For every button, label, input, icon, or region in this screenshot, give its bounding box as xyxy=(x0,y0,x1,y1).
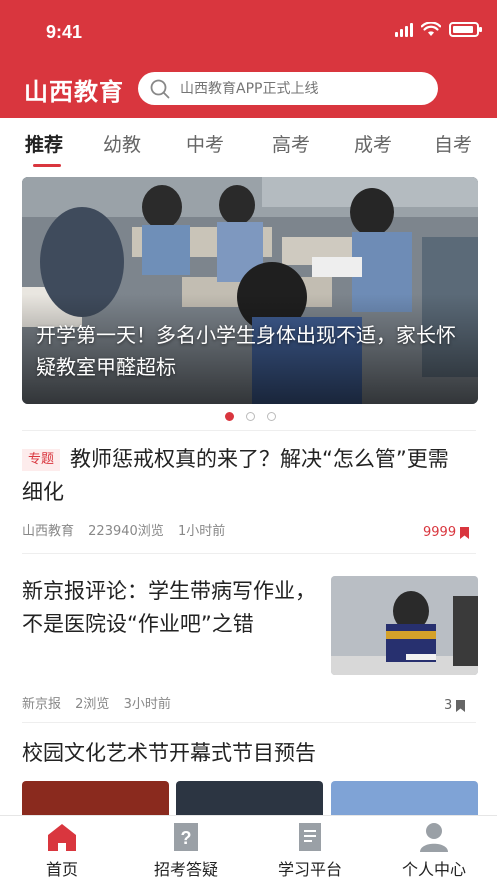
topic-badge: 专题 xyxy=(22,449,61,471)
bookmark-count[interactable]: 9999 xyxy=(423,525,470,540)
news-thumbnail[interactable] xyxy=(22,781,169,816)
carousel-dot[interactable] xyxy=(267,412,276,421)
status-icons xyxy=(395,22,482,37)
tab-zhongkao[interactable]: 中考 xyxy=(186,130,224,157)
tab-recommend[interactable]: 推荐 xyxy=(25,130,63,157)
tab-adult-exam[interactable]: 成考 xyxy=(354,130,392,157)
document-icon xyxy=(299,823,321,851)
tab-preschool[interactable]: 幼教 xyxy=(103,130,141,157)
news-source: 新京报 xyxy=(22,697,62,712)
news-meta: 山西教育 223940浏览 1小时前 xyxy=(22,520,235,539)
carousel-dot[interactable] xyxy=(225,412,234,421)
bookmark-icon xyxy=(456,699,466,712)
tab-self-study-exam[interactable]: 自考 xyxy=(434,130,472,157)
news-thumbnail[interactable] xyxy=(331,781,478,816)
nav-label: 首页 xyxy=(45,860,78,879)
search-input[interactable] xyxy=(180,80,420,97)
banner-carousel[interactable]: 开学第一天！多名小学生身体出现不适，家长怀疑教室甲醛超标 xyxy=(22,177,478,404)
nav-label: 学习平台 xyxy=(277,860,342,879)
nav-learning-platform[interactable]: 学习平台 xyxy=(248,816,372,883)
news-title[interactable]: 新京报评论：学生带病写作业，不是医院设“作业吧”之错 xyxy=(22,575,322,641)
news-thumbnail-photo xyxy=(331,576,478,675)
tab-gaokao[interactable]: 高考 xyxy=(272,130,310,157)
divider xyxy=(22,430,476,431)
status-time: 9:41 xyxy=(46,22,83,42)
bookmark-count-value: 9999 xyxy=(423,525,457,540)
carousel-dot[interactable] xyxy=(246,412,255,421)
news-source: 山西教育 xyxy=(22,524,75,539)
news-thumbnail[interactable] xyxy=(331,576,478,675)
home-icon xyxy=(48,824,76,851)
news-views: 223940浏览 xyxy=(88,524,164,539)
bookmark-count-value: 3 xyxy=(444,698,453,713)
news-meta: 新京报 2浏览 3小时前 xyxy=(22,693,181,712)
bottom-nav: 首页 ? 招考答疑 学习平台 个人中心 xyxy=(0,815,497,883)
user-icon xyxy=(420,823,448,852)
top-bar: 9:41 山西教育 xyxy=(0,0,497,118)
svg-text:?: ? xyxy=(181,828,192,848)
bookmark-count[interactable]: 3 xyxy=(444,698,466,713)
bookmark-icon xyxy=(460,526,470,539)
banner-caption: 开学第一天！多名小学生身体出现不适，家长怀疑教室甲醛超标 xyxy=(36,323,456,379)
news-title-text: 教师惩戒权真的来了？解决“怎么管”更需细化 xyxy=(22,447,449,504)
cellular-signal-icon xyxy=(395,22,413,37)
divider xyxy=(22,553,476,554)
news-views: 2浏览 xyxy=(75,697,110,712)
news-title[interactable]: 校园文化艺术节开幕式节目预告 xyxy=(22,737,316,767)
news-time: 1小时前 xyxy=(177,524,226,539)
question-icon: ? xyxy=(174,823,198,851)
active-tab-indicator xyxy=(33,164,61,167)
news-thumbnail[interactable] xyxy=(176,781,323,816)
news-title[interactable]: 专题 教师惩戒权真的来了？解决“怎么管”更需细化 xyxy=(22,443,462,509)
battery-icon xyxy=(449,22,482,37)
news-time: 3小时前 xyxy=(123,697,171,712)
nav-exam-qa[interactable]: ? 招考答疑 xyxy=(124,816,248,883)
divider xyxy=(22,722,476,723)
nav-label: 个人中心 xyxy=(401,860,466,879)
app-title: 山西教育 xyxy=(24,78,124,106)
status-bar: 9:41 xyxy=(0,0,497,60)
nav-label: 招考答疑 xyxy=(153,860,218,879)
nav-home[interactable]: 首页 xyxy=(0,816,124,883)
search-bar[interactable] xyxy=(138,72,438,105)
wifi-icon xyxy=(421,22,441,36)
carousel-indicator xyxy=(225,412,276,421)
nav-profile[interactable]: 个人中心 xyxy=(372,816,496,883)
category-tabs: 推荐 幼教 中考 高考 成考 自考 xyxy=(0,118,497,168)
search-icon xyxy=(150,79,170,98)
